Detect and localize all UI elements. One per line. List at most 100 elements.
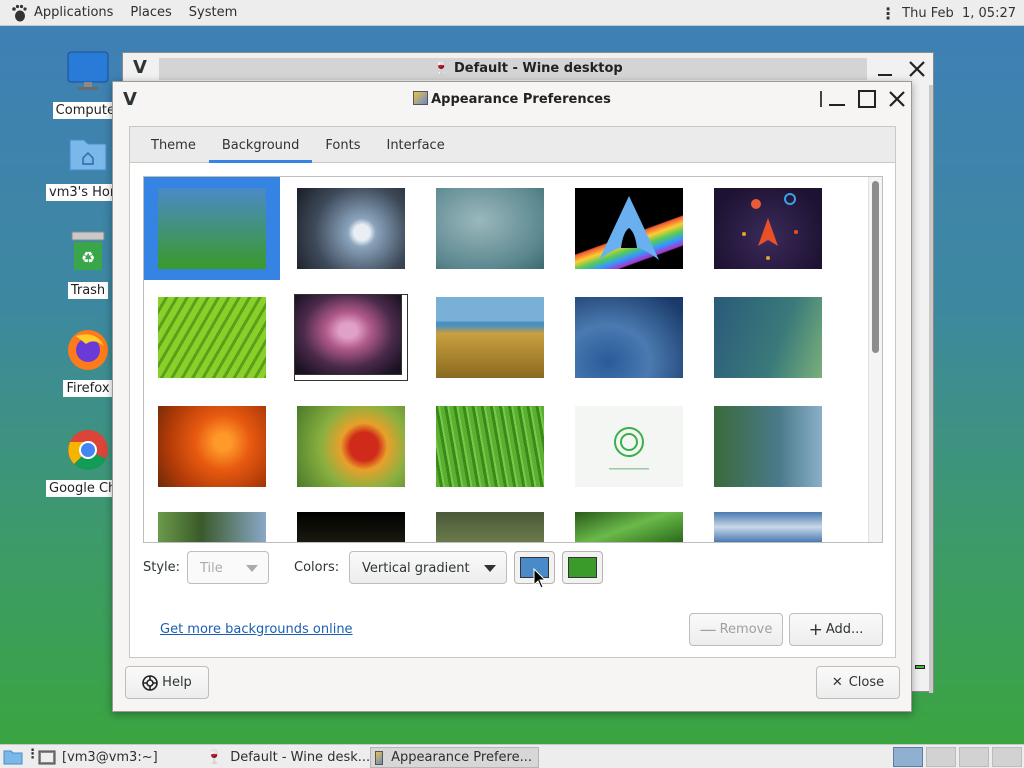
plus-icon: + xyxy=(808,619,823,640)
dialog-titlebar[interactable]: V Appearance Preferences xyxy=(113,82,911,116)
close-x-icon: ✕ xyxy=(831,675,843,690)
style-combo: Tile xyxy=(187,551,269,584)
background-thumbnail[interactable] xyxy=(297,406,405,487)
wine-window-title-text: Default - Wine desktop xyxy=(453,61,623,76)
minimize-icon[interactable] xyxy=(827,89,847,109)
appearance-preferences-dialog[interactable]: V Appearance Preferences Theme Backgroun… xyxy=(112,81,912,712)
terminal-icon xyxy=(38,750,56,764)
gallery-scrollbar-thumb[interactable] xyxy=(872,181,879,353)
workspace-4[interactable] xyxy=(992,747,1022,767)
logo-circle-icon xyxy=(609,427,649,470)
background-gallery[interactable] xyxy=(143,176,883,543)
dialog-title: Appearance Preferences xyxy=(113,91,911,107)
gnome-foot-icon[interactable] xyxy=(10,4,28,22)
background-thumbnail-stack[interactable] xyxy=(294,294,408,381)
workspace-1[interactable] xyxy=(893,747,923,767)
background-thumbnail[interactable] xyxy=(158,188,266,269)
home-folder-icon xyxy=(69,139,107,171)
nebula-image xyxy=(294,294,402,375)
appearance-icon xyxy=(375,750,384,765)
task-wine-desktop[interactable]: 🍷 Default - Wine desk... xyxy=(206,747,370,768)
task-appearance-label: Appearance Prefere... xyxy=(391,750,532,765)
wine-status-indicator xyxy=(915,665,925,669)
preferences-notebook: Theme Background Fonts Interface Style: … xyxy=(129,126,896,658)
secondary-color-swatch xyxy=(568,557,597,578)
menu-system[interactable]: System xyxy=(189,5,237,20)
background-thumbnail[interactable] xyxy=(714,406,822,487)
top-panel: Applications Places System ⋮ Thu Feb 1, … xyxy=(0,0,1024,26)
chrome-icon xyxy=(68,430,108,470)
tab-background[interactable]: Background xyxy=(208,127,313,163)
close-button-label: Close xyxy=(848,675,885,690)
more-backgrounds-link[interactable]: Get more backgrounds online xyxy=(160,622,353,637)
bottom-panel: ⋮ [vm3@vm3:~] 🍷 Default - Wine desk... A… xyxy=(0,744,1024,768)
maximize-icon[interactable] xyxy=(857,89,877,109)
workspace-2[interactable] xyxy=(926,747,956,767)
remove-button-label: Remove xyxy=(719,622,773,637)
background-thumbnail[interactable] xyxy=(436,297,544,378)
background-thumbnail[interactable] xyxy=(714,188,822,269)
colors-combo-value: Vertical gradient xyxy=(362,561,470,576)
wine-window-edge xyxy=(929,85,933,693)
add-button[interactable]: + Add... xyxy=(789,613,883,646)
help-button[interactable]: Help xyxy=(125,666,209,699)
gallery-scrollbar[interactable] xyxy=(868,177,882,542)
background-thumbnail[interactable] xyxy=(575,297,683,378)
remove-button: — Remove xyxy=(689,613,783,646)
close-icon[interactable] xyxy=(907,59,927,79)
background-thumbnail[interactable] xyxy=(575,406,683,487)
task-terminal-label: [vm3@vm3:~] xyxy=(62,750,158,765)
background-thumbnail[interactable] xyxy=(297,512,405,542)
task-wine-label: Default - Wine desk... xyxy=(230,750,371,765)
clock[interactable]: Thu Feb 1, 05:27 xyxy=(902,6,1016,21)
background-thumbnail[interactable] xyxy=(436,512,544,542)
tab-theme[interactable]: Theme xyxy=(138,127,209,162)
secondary-color-button[interactable] xyxy=(562,551,603,584)
background-thumbnail[interactable] xyxy=(158,406,266,487)
tab-bar: Theme Background Fonts Interface xyxy=(130,127,895,163)
background-thumbnail[interactable] xyxy=(575,188,683,269)
wine-icon: 🍷 xyxy=(206,750,223,765)
trash-icon: ♻ xyxy=(71,231,105,270)
space-art-icon xyxy=(742,193,798,260)
background-thumbnail[interactable] xyxy=(158,297,266,378)
appearance-app-icon xyxy=(413,91,429,105)
firefox-icon xyxy=(68,330,108,370)
desktop-icon-label: Trash xyxy=(67,282,109,299)
tab-interface[interactable]: Interface xyxy=(373,127,457,162)
close-icon[interactable] xyxy=(887,89,907,109)
arch-logo-icon xyxy=(599,196,659,260)
desktop-icon-label: Firefox xyxy=(63,380,113,397)
background-options-row: Style: Tile Colors: Vertical gradient xyxy=(143,551,883,585)
background-thumbnail[interactable] xyxy=(158,512,266,542)
panel-handle-icon[interactable]: ⋮ xyxy=(880,4,896,23)
background-thumbnail[interactable] xyxy=(575,512,683,542)
background-thumbnail[interactable] xyxy=(436,188,544,269)
help-button-label: Help xyxy=(162,675,192,690)
svg-text:♻: ♻ xyxy=(81,248,95,267)
show-desktop-icon[interactable] xyxy=(3,748,23,766)
menu-applications[interactable]: Applications xyxy=(34,5,113,20)
wine-window-title: 🍷 Default - Wine desktop xyxy=(433,61,623,76)
colors-label: Colors: xyxy=(294,560,340,575)
task-appearance-preferences[interactable]: Appearance Prefere... xyxy=(370,747,539,768)
background-thumbnail[interactable] xyxy=(436,406,544,487)
background-thumbnail[interactable] xyxy=(297,188,405,269)
chevron-down-icon xyxy=(484,565,496,572)
mouse-pointer-icon xyxy=(533,568,547,589)
background-thumbnail[interactable] xyxy=(714,297,822,378)
help-icon xyxy=(142,674,158,691)
monitor-icon xyxy=(67,51,109,90)
colors-combo[interactable]: Vertical gradient xyxy=(349,551,507,584)
tab-fonts[interactable]: Fonts xyxy=(312,127,373,162)
minimize-icon[interactable] xyxy=(875,59,895,79)
close-button[interactable]: ✕ Close xyxy=(816,666,900,699)
task-terminal[interactable]: [vm3@vm3:~] xyxy=(38,747,158,768)
workspace-3[interactable] xyxy=(959,747,989,767)
menu-places[interactable]: Places xyxy=(130,5,171,20)
minus-icon: — xyxy=(699,619,717,640)
background-thumbnail[interactable] xyxy=(714,512,822,542)
add-button-label: Add... xyxy=(825,622,864,637)
chevron-down-icon xyxy=(246,565,258,572)
style-combo-value: Tile xyxy=(200,561,223,576)
